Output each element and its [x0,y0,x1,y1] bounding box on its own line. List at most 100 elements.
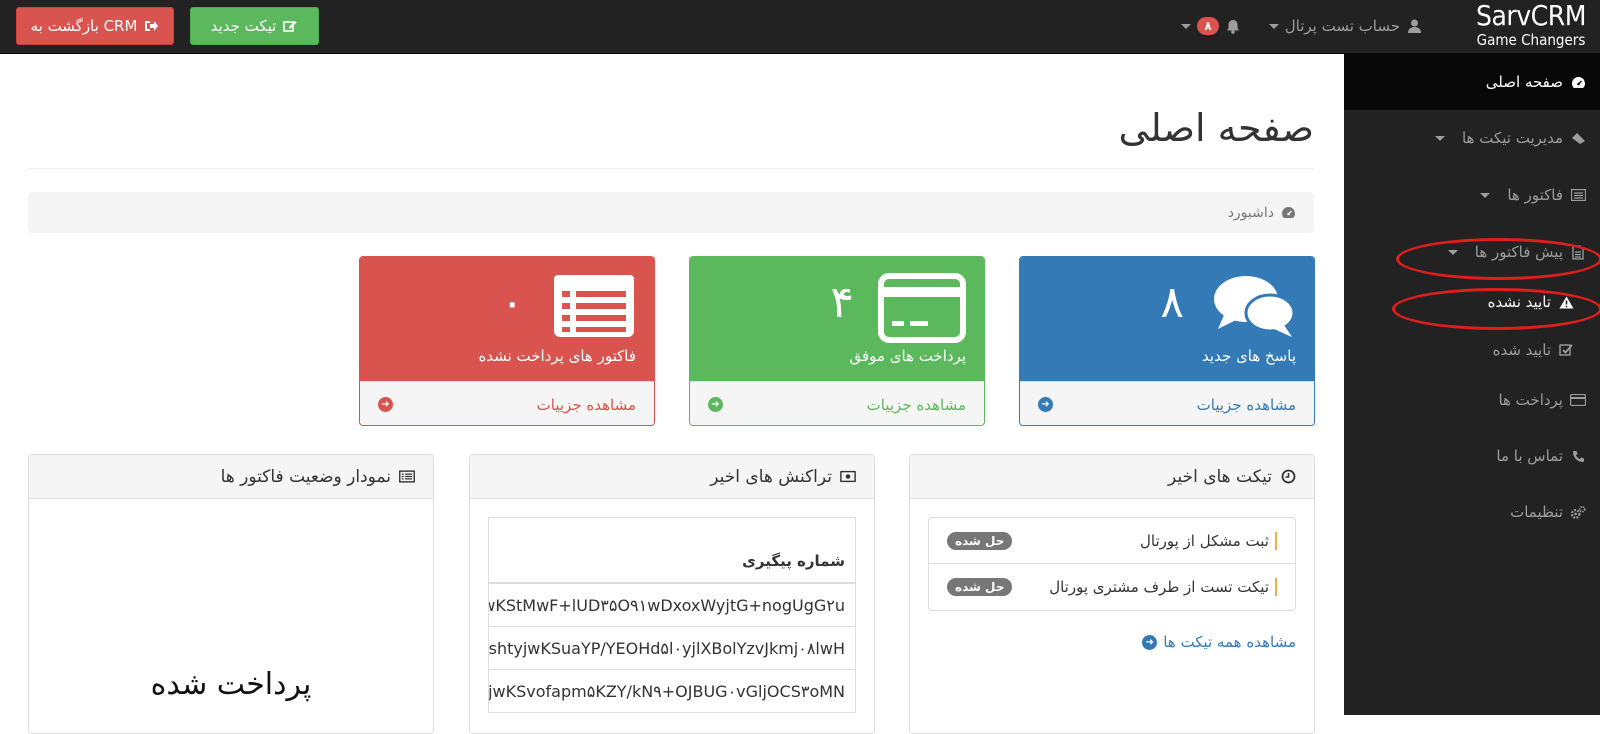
panel-details-link[interactable]: مشاهده جزییات ➜ [360,381,654,425]
table-row[interactable]: yjwKStMwF+lUD۳۵O۹۱wDxoxWyjtG+nogUgG۲u [489,584,855,627]
panel-label: پاسخ های جدید [1202,347,1296,365]
sidebar-item-payments[interactable]: پرداخت ها [1344,372,1600,428]
panel-details-link[interactable]: مشاهده جزییات ➜ [690,381,984,425]
box-title: تراکنش های اخیر [710,466,832,487]
ticket-title: تیکت تست از طرف مشتری پورتال [1049,578,1277,596]
breadcrumb-label: داشبورد [1227,204,1274,221]
list-item[interactable]: ثبت مشکل از پورتال حل شده [929,518,1295,564]
sarvcrm-logo[interactable]: SarvCRM Game Changers [1476,0,1587,49]
sidebar-item-label: صفحه اصلی [1485,73,1563,91]
bell-icon [1225,18,1241,34]
box-title: تیکت های اخیر [1168,466,1272,487]
box-title: نمودار وضعیت فاکتور ها [220,466,391,487]
dashboard-icon [1570,74,1586,90]
gears-icon [1570,504,1586,520]
panel-new-replies: ۸ پاسخ های جدید مشاهده جزییات ➜ [1019,256,1315,426]
view-details-label: مشاهده جزییات [866,395,966,414]
box-header: تراکنش های اخیر [470,455,874,499]
list-alt-icon [1570,187,1586,203]
sidebar-item-ticket-management[interactable]: مدیریت تیکت ها [1344,110,1600,166]
panel-header: ۴ پرداخت های موفق [690,257,984,381]
money-icon [840,469,856,485]
panel-count: ۴ [830,277,854,328]
panel-successful-payments: ۴ پرداخت های موفق مشاهده جزییات ➜ [689,256,985,426]
sidebar-item-label: تایید شده [1492,341,1551,359]
logo-subtitle: Game Changers [1476,31,1586,49]
view-all-label: مشاهده همه تیکت ها [1163,633,1296,651]
recent-transactions-box: تراکنش های اخیر شماره پیگیری yjwKStMwF+l… [469,454,875,734]
navbar-right: حساب تست پرتال ۸ [1181,0,1422,52]
status-badge: حل شده [947,578,1013,596]
sidebar-item-label: تماس با ما [1496,447,1563,465]
panel-header: ۰ فاکتور های پرداخت نشده [360,257,654,381]
arrow-circle-right-icon: ➜ [708,397,723,412]
view-details-label: مشاهده جزییات [1196,395,1296,414]
notifications-menu[interactable]: ۸ [1181,17,1240,35]
sidebar-item-home[interactable]: صفحه اصلی [1344,54,1600,110]
status-badge: حل شده [947,531,1013,550]
sign-out-icon [143,18,159,34]
panel-label: فاکتور های پرداخت نشده [478,347,636,365]
title-divider [28,168,1314,169]
view-all-tickets-link[interactable]: مشاهده همه تیکت ها ➜ [1142,633,1296,651]
panel-header: ۸ پاسخ های جدید [1020,257,1314,381]
panel-count: ۸ [1160,277,1184,328]
sidebar-item-label: مدیریت تیکت ها [1462,129,1563,147]
recent-tickets-box: تیکت های اخیر ثبت مشکل از پورتال حل شده … [909,454,1315,734]
recent-tickets-list: ثبت مشکل از پورتال حل شده تیکت تست از طر… [928,517,1296,611]
dashboard-icon [1280,205,1296,221]
back-to-crm-label: بازگشت به CRM [30,17,138,35]
check-square-icon [1558,342,1574,358]
sidebar-item-contact-us[interactable]: تماس با ما [1344,428,1600,484]
chevron-down-icon [1480,192,1491,198]
transactions-table: شماره پیگیری yjwKStMwF+lUD۳۵O۹۱wDxoxWyjt… [488,517,856,713]
credit-card-icon [878,273,966,347]
list-alt-icon [552,273,636,343]
back-to-crm-button[interactable]: بازگشت به CRM [16,7,174,45]
sidebar-item-label: پرداخت ها [1498,391,1563,409]
chevron-down-icon [1181,23,1192,29]
main-content: صفحه اصلی داشبورد ۸ پاسخ های جدید مشاهده… [0,54,1344,734]
sidebar-item-label: تنظیمات [1510,503,1563,521]
chevron-down-icon [1435,135,1445,141]
column-header-tracking-number: شماره پیگیری [489,518,855,584]
user-icon [1406,18,1422,34]
account-label: حساب تست پرتال [1284,17,1400,35]
box-header: نمودار وضعیت فاکتور ها [29,455,433,499]
list-alt-icon [399,469,415,485]
account-menu[interactable]: حساب تست پرتال [1268,17,1422,35]
arrow-circle-right-icon: ➜ [1142,634,1158,650]
arrow-circle-right-icon: ➜ [1038,397,1053,412]
ticket-title: ثبت مشکل از پورتال [1140,531,1277,550]
panel-details-link[interactable]: مشاهده جزییات ➜ [1020,381,1314,425]
clock-icon [1280,469,1296,485]
page-title: صفحه اصلی [1118,106,1314,150]
highlight-oval-unapproved [1392,288,1600,330]
comments-icon [1212,273,1296,347]
sidebar-item-invoices[interactable]: فاکتور ها [1344,167,1600,223]
phone-icon [1570,448,1586,464]
breadcrumb: داشبورد [28,192,1314,233]
table-row[interactable]: ıshtyjwKSuaYP/YEOHd۵l۰yjlXBolYzvJkmj۰۸lw… [489,627,855,670]
panel-unpaid-invoices: ۰ فاکتور های پرداخت نشده مشاهده جزییات ➜ [359,256,655,426]
edit-icon [282,18,298,34]
invoice-chart-box: نمودار وضعیت فاکتور ها پرداخت شده [28,454,434,734]
panel-label: پرداخت های موفق [849,347,966,365]
arrow-circle-right-icon: ➜ [378,397,393,412]
credit-card-icon [1570,392,1586,408]
new-ticket-button[interactable]: تیکت جدید [190,7,319,45]
sidebar-item-settings[interactable]: تنظیمات [1344,484,1600,540]
box-header: تیکت های اخیر [910,455,1314,499]
chevron-down-icon [1268,23,1279,29]
top-navbar: SarvCRM Game Changers حساب تست پرتال ۸ ت… [0,0,1600,54]
table-row[interactable]: jwKSvofapm۵KZY/kN۹+OJBUG۰vGljOCS۳oMN [489,670,855,713]
panel-count: ۰ [500,277,524,328]
view-details-label: مشاهده جزییات [536,395,636,414]
sidebar-item-approved[interactable]: تایید شده [1344,322,1600,378]
highlight-oval-proforma [1396,238,1600,280]
logo-title: SarvCRM [1476,0,1587,32]
sidebar: صفحه اصلی مدیریت تیکت ها فاکتور ها پیش ف… [1344,54,1600,715]
list-item[interactable]: تیکت تست از طرف مشتری پورتال حل شده [929,564,1295,610]
ticket-icon [1570,130,1586,146]
new-ticket-label: تیکت جدید [210,17,277,35]
